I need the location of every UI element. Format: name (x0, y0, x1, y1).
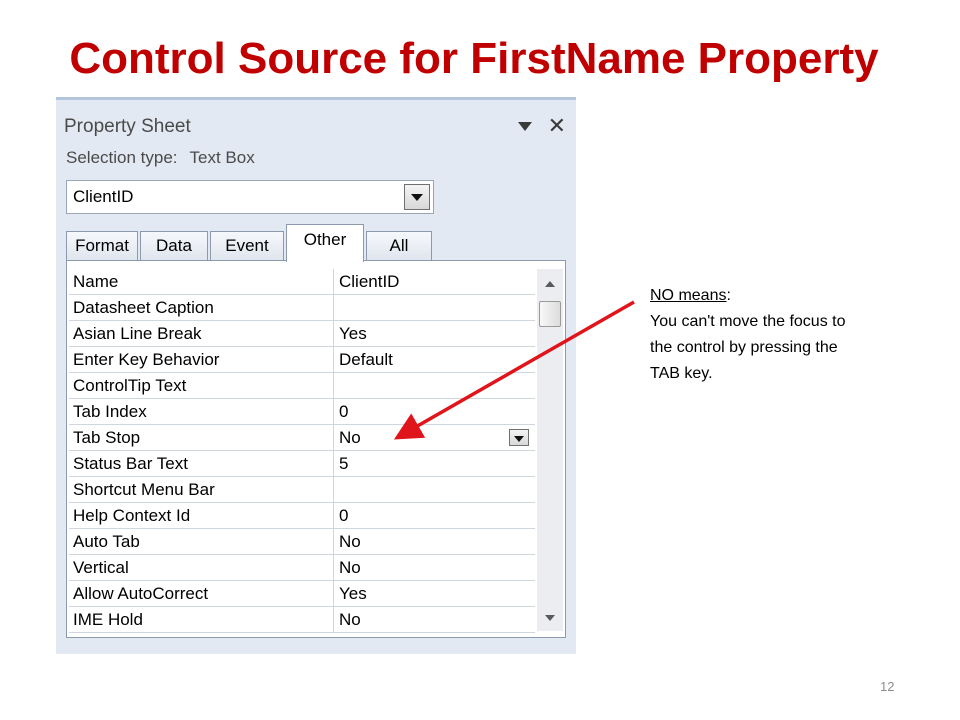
page-number: 12 (880, 679, 895, 694)
annotation-heading: NO means: (650, 287, 731, 304)
annotation-body: You can't move the focus to the control … (650, 313, 846, 382)
annotation-note: NO means: You can't move the focus to th… (650, 283, 860, 387)
tab-other[interactable]: Other (286, 224, 364, 262)
